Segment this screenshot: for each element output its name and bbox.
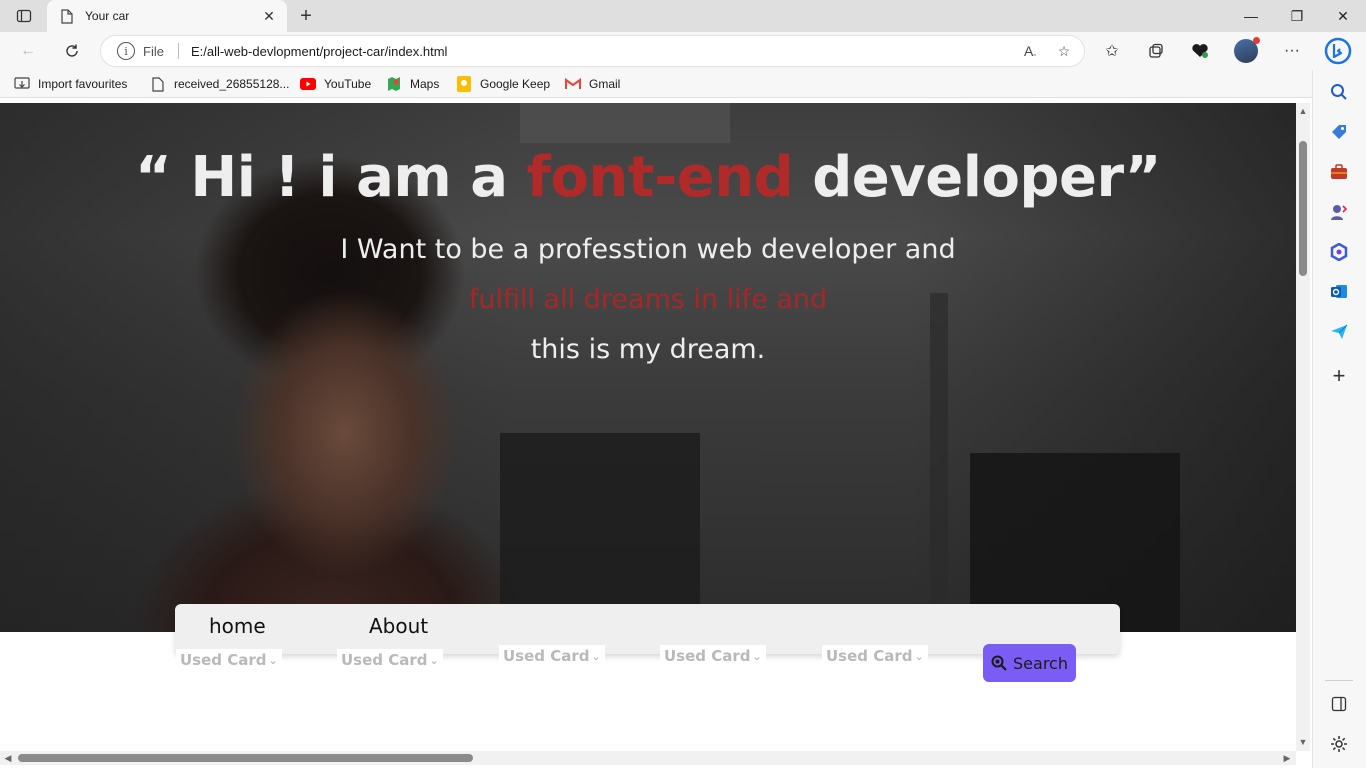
search-button-label: Search <box>1013 653 1068 673</box>
horizontal-scrollbar[interactable]: ◀ ▶ <box>0 751 1296 765</box>
search-button[interactable]: Search <box>983 644 1076 682</box>
hero-line-2: fulfill all dreams in life and <box>468 284 828 315</box>
fav-label: YouTube <box>324 77 372 91</box>
games-icon[interactable] <box>1327 200 1351 224</box>
new-tab-icon[interactable]: + <box>294 4 318 28</box>
horizontal-scroll-thumb[interactable] <box>18 754 473 762</box>
search-icon <box>991 655 1007 671</box>
nav-card: home About <box>175 604 1120 654</box>
filter-select[interactable]: Used Card ⌄ <box>822 645 928 667</box>
keep-icon <box>456 76 472 92</box>
scheme-label: File <box>143 43 164 59</box>
restore-icon[interactable]: ❐ <box>1274 0 1320 32</box>
fav-label: Import favourites <box>38 77 128 91</box>
tools-icon[interactable] <box>1327 160 1351 184</box>
send-icon[interactable] <box>1327 320 1351 344</box>
background-window <box>500 433 700 632</box>
scroll-right-icon[interactable]: ▶ <box>1282 753 1292 763</box>
headline-accent: font-end <box>526 145 794 210</box>
scroll-up-icon[interactable]: ▲ <box>1298 106 1308 116</box>
edge-sidebar: + <box>1312 70 1366 768</box>
fav-keep[interactable]: Google Keep <box>456 74 550 94</box>
profile-avatar[interactable] <box>1232 37 1260 65</box>
scroll-down-icon[interactable]: ▼ <box>1298 737 1308 747</box>
favorites-icon[interactable]: ✩ <box>1098 37 1126 65</box>
hide-sidebar-icon[interactable] <box>1327 692 1351 716</box>
scroll-left-icon[interactable]: ◀ <box>3 753 13 763</box>
active-tab[interactable]: Your car ✕ <box>47 0 287 32</box>
close-window-icon[interactable]: ✕ <box>1320 0 1366 32</box>
chevron-down-icon: ⌄ <box>752 649 762 663</box>
fav-youtube[interactable]: YouTube <box>300 74 371 94</box>
filter-select-value: Used Card <box>826 647 913 665</box>
gmail-icon <box>565 76 581 92</box>
fav-label: Gmail <box>589 77 621 91</box>
address-divider <box>177 43 179 59</box>
file-icon <box>150 76 166 92</box>
filter-select-value: Used Card <box>503 647 590 665</box>
search-icon[interactable] <box>1327 80 1351 104</box>
hero-headline: “ Hi ! i am a font-end developer” <box>0 145 1296 210</box>
fav-maps[interactable]: Maps <box>386 74 439 94</box>
nav-home-link[interactable]: home <box>209 614 266 638</box>
favorite-star-icon[interactable]: ☆ <box>1050 37 1078 65</box>
hero-banner: “ Hi ! i am a font-end developer” I Want… <box>0 103 1296 632</box>
nav-about-link[interactable]: About <box>369 614 428 638</box>
info-icon[interactable]: i <box>117 42 135 60</box>
hero-line-3: this is my dream. <box>530 334 766 365</box>
minimize-icon[interactable]: — <box>1228 0 1274 32</box>
more-menu-icon[interactable]: ··· <box>1278 37 1306 65</box>
vertical-scrollbar[interactable]: ▲ ▼ <box>1296 103 1310 751</box>
read-aloud-icon[interactable]: Aꞈ <box>1016 37 1044 65</box>
filter-select[interactable]: Used Card ⌄ <box>176 649 282 671</box>
fav-received[interactable]: received_26855128... <box>150 74 289 94</box>
back-icon[interactable]: ← <box>14 37 42 65</box>
filter-select-value: Used Card <box>664 647 751 665</box>
hero-line-1: I Want to be a professtion web developer… <box>340 234 956 265</box>
url-text[interactable]: E:/all-web-devlopment/project-car/index.… <box>191 44 1016 59</box>
collections-icon[interactable] <box>1142 37 1170 65</box>
headline-start: “ Hi ! i am a <box>135 145 527 210</box>
youtube-icon <box>300 76 316 92</box>
address-bar[interactable]: i File E:/all-web-devlopment/project-car… <box>100 35 1085 67</box>
tab-title: Your car <box>85 9 130 23</box>
filter-select[interactable]: Used Card ⌄ <box>499 645 605 667</box>
browser-essentials-icon[interactable] <box>1186 37 1214 65</box>
fav-label: Maps <box>410 77 440 91</box>
page-viewport: “ Hi ! i am a font-end developer” I Want… <box>0 103 1296 751</box>
filter-select[interactable]: Used Card ⌄ <box>660 645 766 667</box>
filter-select-value: Used Card <box>341 651 428 669</box>
vertical-scroll-thumb[interactable] <box>1299 141 1307 276</box>
filter-select[interactable]: Used Card ⌄ <box>337 649 443 671</box>
sidebar-divider <box>1325 680 1353 681</box>
fav-import[interactable]: Import favourites <box>14 74 127 94</box>
settings-gear-icon[interactable] <box>1327 732 1351 756</box>
tab-actions-icon[interactable] <box>8 4 40 28</box>
refresh-icon[interactable] <box>58 37 86 65</box>
browser-toolbar: ← i File E:/all-web-devlopment/project-c… <box>0 32 1366 70</box>
import-icon <box>14 76 30 92</box>
bing-copilot-icon[interactable] <box>1322 35 1354 67</box>
microsoft-365-icon[interactable] <box>1327 240 1351 264</box>
background-window <box>520 103 730 143</box>
favourites-bar: Import favourites received_26855128... Y… <box>0 70 1366 98</box>
headline-end: developer” <box>793 145 1161 210</box>
filter-select-value: Used Card <box>180 651 267 669</box>
fav-label: Google Keep <box>480 77 551 91</box>
close-tab-icon[interactable]: ✕ <box>257 4 281 28</box>
tab-strip: Your car ✕ + — ❐ ✕ <box>0 0 1366 32</box>
page-icon <box>59 8 75 24</box>
chevron-down-icon: ⌄ <box>914 649 924 663</box>
fav-gmail[interactable]: Gmail <box>565 74 620 94</box>
chevron-down-icon: ⌄ <box>429 653 439 667</box>
outlook-icon[interactable] <box>1327 280 1351 304</box>
chevron-down-icon: ⌄ <box>268 653 278 667</box>
add-sidebar-app-icon[interactable]: + <box>1327 363 1351 388</box>
fav-label: received_26855128... <box>174 77 290 91</box>
shopping-tag-icon[interactable] <box>1327 120 1351 144</box>
chevron-down-icon: ⌄ <box>591 649 601 663</box>
maps-icon <box>386 76 402 92</box>
